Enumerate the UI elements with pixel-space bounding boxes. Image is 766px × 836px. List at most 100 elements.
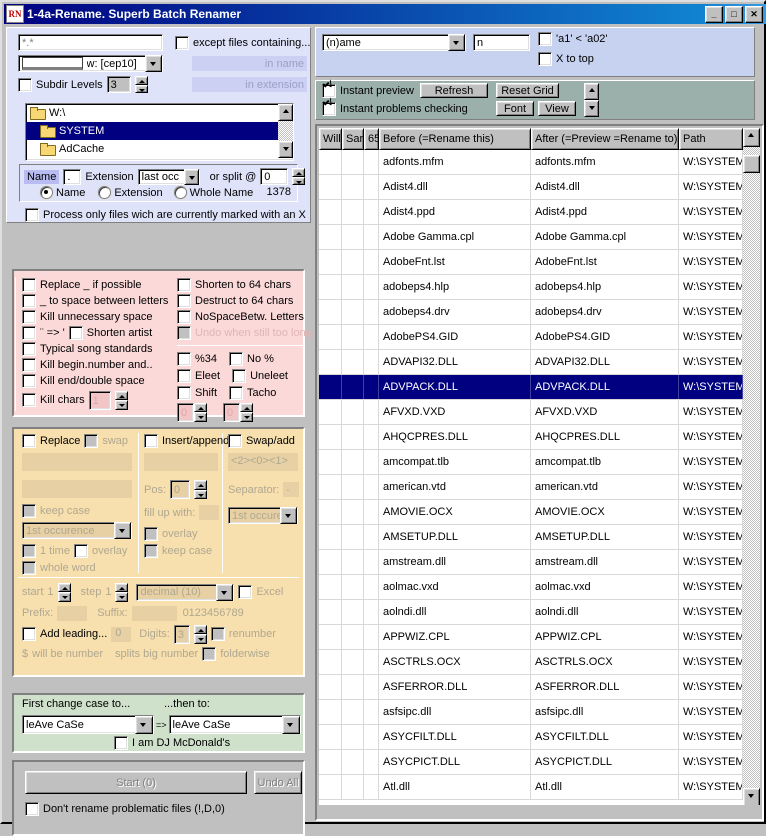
cell-path[interactable]: W:\SYSTEM [679, 575, 743, 599]
start-stepper[interactable] [58, 583, 71, 602]
cell-65[interactable] [364, 625, 379, 649]
pattern-field-input[interactable]: n [473, 34, 530, 51]
suffix-input[interactable] [132, 606, 177, 621]
cell-65[interactable] [364, 325, 379, 349]
cell-after[interactable]: aolmac.vxd [531, 575, 679, 599]
natural-sort-checkbox[interactable] [538, 32, 552, 46]
cleanup-option-3[interactable]: ¨ => ' Shorten artist [22, 325, 172, 341]
cell-before[interactable]: adobeps4.drv [379, 300, 531, 324]
cell-before[interactable]: ASYCFILT.DLL [379, 725, 531, 749]
cell-path[interactable]: W:\SYSTEM [679, 625, 743, 649]
cell-will[interactable] [319, 175, 342, 199]
cell-after[interactable]: american.vtd [531, 475, 679, 499]
eleet-checkbox[interactable] [177, 369, 191, 383]
cell-before[interactable]: ADVAPI32.DLL [379, 350, 531, 374]
scroll-down-icon[interactable] [743, 788, 760, 805]
radio-extension[interactable] [98, 186, 111, 199]
chevron-down-icon[interactable] [114, 522, 131, 539]
cell-before[interactable]: AHQCPRES.DLL [379, 425, 531, 449]
cell-before[interactable]: Adist4.ppd [379, 200, 531, 224]
cell-path[interactable]: W:\SYSTEM [679, 200, 743, 224]
process-marked-checkbox[interactable] [25, 208, 39, 222]
leet-stepper-2[interactable] [240, 403, 253, 422]
cell-will[interactable] [319, 275, 342, 299]
tree-item-adcache[interactable]: AdCache [26, 140, 278, 158]
cell-after[interactable]: asfsipc.dll [531, 700, 679, 724]
cell-after[interactable]: adobeps4.hlp [531, 275, 679, 299]
cell-path[interactable]: W:\SYSTEM [679, 475, 743, 499]
cell-65[interactable] [364, 575, 379, 599]
cell-will[interactable] [319, 400, 342, 424]
cleanup-option-7[interactable]: Kill chars 1 [22, 389, 172, 411]
base-combo[interactable]: decimal (10) [136, 584, 234, 601]
pos-stepper[interactable] [194, 480, 207, 499]
cell-will[interactable] [319, 700, 342, 724]
cell-path[interactable]: W:\SYSTEM [679, 250, 743, 274]
scroll-thumb[interactable] [743, 155, 760, 173]
chevron-down-icon[interactable] [282, 716, 300, 734]
cell-sam[interactable] [342, 400, 364, 424]
insert-text-input[interactable] [144, 453, 218, 471]
cell-sam[interactable] [342, 750, 364, 774]
nospace-between-letters-checkbox[interactable] [177, 310, 191, 324]
cell-65[interactable] [364, 150, 379, 174]
cell-path[interactable]: W:\SYSTEM [679, 450, 743, 474]
kill-chars-checkbox[interactable] [22, 393, 36, 407]
table-row[interactable]: AdobePS4.GIDAdobePS4.GIDW:\SYSTEM [319, 325, 743, 350]
cleanup-option-4[interactable]: Typical song standards [22, 341, 172, 357]
cell-path[interactable]: W:\SYSTEM [679, 525, 743, 549]
cell-before[interactable]: APPWIZ.CPL [379, 625, 531, 649]
cell-will[interactable] [319, 650, 342, 674]
table-row[interactable]: adobeps4.hlpadobeps4.hlpW:\SYSTEM [319, 275, 743, 300]
except-files-checkbox[interactable] [175, 36, 189, 50]
cell-65[interactable] [364, 725, 379, 749]
cell-sam[interactable] [342, 375, 364, 399]
dont-rename-problematic-checkbox[interactable] [25, 802, 39, 816]
cell-path[interactable]: W:\SYSTEM [679, 775, 743, 799]
cell-65[interactable] [364, 650, 379, 674]
quote-convert-checkbox[interactable] [22, 326, 36, 340]
occurrence-combo[interactable]: last occ [138, 169, 200, 185]
cell-65[interactable] [364, 375, 379, 399]
tree-item-root[interactable]: W:\ [26, 104, 278, 122]
cell-after[interactable]: ADVPACK.DLL [531, 375, 679, 399]
cell-65[interactable] [364, 175, 379, 199]
column-header-sam[interactable]: Sar [342, 128, 364, 150]
table-row[interactable]: amcompat.tlbamcompat.tlbW:\SYSTEM [319, 450, 743, 475]
swap-add-checkbox[interactable] [228, 434, 242, 448]
column-header-65[interactable]: 65 ( [364, 128, 379, 150]
cell-65[interactable] [364, 225, 379, 249]
except-in-extension-input[interactable]: in extension [192, 77, 307, 92]
cell-65[interactable] [364, 525, 379, 549]
grid-scrollbar[interactable] [743, 128, 760, 805]
cell-will[interactable] [319, 500, 342, 524]
cell-path[interactable]: W:\SYSTEM [679, 225, 743, 249]
cell-after[interactable]: AdobeFnt.lst [531, 250, 679, 274]
table-row[interactable]: AMOVIE.OCXAMOVIE.OCXW:\SYSTEM [319, 500, 743, 525]
cell-before[interactable]: adobeps4.hlp [379, 275, 531, 299]
cell-65[interactable] [364, 500, 379, 524]
table-row[interactable]: AFVXD.VXDAFVXD.VXDW:\SYSTEM [319, 400, 743, 425]
cell-65[interactable] [364, 400, 379, 424]
cell-sam[interactable] [342, 500, 364, 524]
cell-sam[interactable] [342, 650, 364, 674]
cell-sam[interactable] [342, 325, 364, 349]
cell-path[interactable]: W:\SYSTEM [679, 700, 743, 724]
radio-name[interactable] [40, 186, 53, 199]
cell-sam[interactable] [342, 300, 364, 324]
cell-65[interactable] [364, 775, 379, 799]
then-case-combo[interactable]: leAve CaSe [169, 715, 301, 734]
table-row[interactable]: ASFERROR.DLLASFERROR.DLLW:\SYSTEM [319, 675, 743, 700]
cell-65[interactable] [364, 450, 379, 474]
table-row[interactable]: ADVPACK.DLLADVPACK.DLLW:\SYSTEM [319, 375, 743, 400]
cell-after[interactable]: amcompat.tlb [531, 450, 679, 474]
cell-before[interactable]: Adist4.dll [379, 175, 531, 199]
table-row[interactable]: adfonts.mfmadfonts.mfmW:\SYSTEM [319, 150, 743, 175]
scroll-down-icon[interactable] [278, 141, 293, 158]
cell-sam[interactable] [342, 700, 364, 724]
table-row[interactable]: american.vtdamerican.vtdW:\SYSTEM [319, 475, 743, 500]
kill-chars-stepper[interactable] [115, 391, 128, 410]
leet-stepper-1[interactable] [194, 403, 207, 422]
cell-will[interactable] [319, 475, 342, 499]
no-percent-checkbox[interactable] [229, 352, 243, 366]
